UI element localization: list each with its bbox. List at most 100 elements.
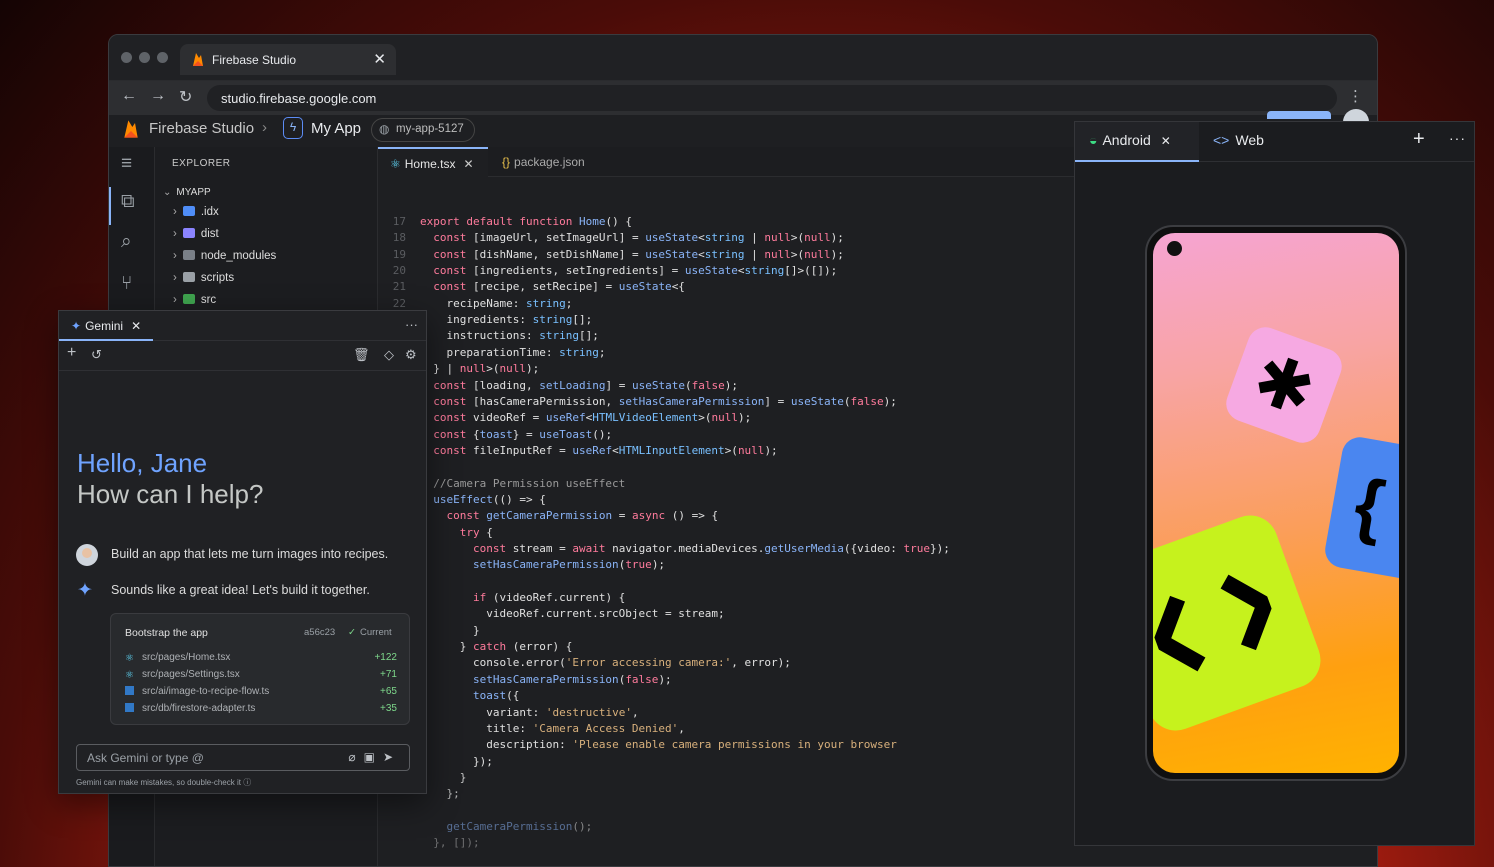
lines-added: +65 [380,686,397,697]
address-bar[interactable]: studio.firebase.google.com [207,85,1337,111]
chevron-right-icon: › [173,272,177,284]
tree-label: node_modules [200,250,277,262]
code-editor[interactable]: 17 export default function Home() { 18 con… [378,177,1078,866]
tag-icon[interactable]: ◇ [384,347,394,363]
code-line: const {toast} = useToast(); [433,427,613,441]
reload-icon[interactable]: ↻ [179,87,192,107]
publish-button[interactable] [1267,111,1331,119]
brand-name[interactable]: Firebase Studio [149,120,254,137]
folder-icon [182,294,195,304]
tree-item[interactable]: › src [173,294,216,306]
code-line: const [imageUrl, setImageUrl] = useState… [433,231,844,245]
phone-screen[interactable]: ✱ { [1153,233,1399,773]
trash-icon[interactable]: 🗑 [353,347,370,363]
tab-home-tsx[interactable]: ⚛ Home.tsx ✕ [378,147,488,177]
code-line: const [ingredients, setIngredients] = us… [433,264,838,278]
code-line: const [recipe, setRecipe] = useState<{ [433,280,685,294]
asterisk-tile-icon: ✱ [1221,322,1347,448]
project-chip[interactable]: ◍ my-app-5127 [371,118,475,142]
send-icon[interactable]: ➤ [383,750,401,764]
tree-item[interactable]: › dist [173,228,219,240]
project-id: my-app-5127 [396,123,464,135]
menu-icon[interactable]: ≡ [121,153,132,175]
chevron-right-icon: › [173,250,177,262]
info-icon[interactable]: ⓘ [243,778,251,787]
code-line: const stream = await navigator.mediaDevi… [472,542,950,555]
lines-added: +122 [374,652,397,663]
code-line: } [420,623,480,637]
gemini-input[interactable]: Ask Gemini or type @ ⌀▣➤ [76,744,410,771]
settings-gear-icon[interactable]: ⚙ [405,347,417,363]
code-brackets-icon: <> [1213,132,1230,148]
firebase-icon [193,53,203,66]
code-line: const videoRef = useRef<HTMLVideoElement… [433,411,752,425]
more-icon[interactable]: ··· [1449,130,1466,146]
tab-android[interactable]: ◒ Android ✕ [1075,122,1199,162]
typescript-icon [125,703,134,712]
line-number: 20 [392,264,406,278]
app-name[interactable]: My App [311,120,361,137]
image-icon[interactable]: ▣ [364,750,383,764]
attach-icon[interactable]: ⌀ [348,750,363,764]
history-icon[interactable]: ↺ [91,347,102,363]
folder-icon [182,272,195,282]
code-line: instructions: string[]; [420,329,599,343]
browser-menu-icon[interactable]: ⋮ [1348,87,1363,105]
project-icon: ◍ [379,122,390,136]
code-line: const fileInputRef = useRef<HTMLInputEle… [433,443,778,457]
status-badge: ✓ Current [348,627,392,638]
active-indicator [109,187,111,225]
tree-item[interactable]: › scripts [173,272,234,284]
forward-icon[interactable]: → [150,87,166,105]
code-line: export default function Home() { [420,215,632,228]
tab-label: package.json [514,155,585,169]
code-line: const [dishName, setDishName] = useState… [433,247,844,261]
tab-gemini[interactable]: ✦ Gemini ✕ [59,311,154,341]
code-line: }); [420,754,493,768]
source-control-icon[interactable]: ⑂ [121,273,132,295]
tab-close-icon[interactable]: ✕ [131,319,141,333]
code-line: console.error('Error accessing camera:',… [420,656,791,670]
new-chat-icon[interactable]: + [67,344,76,362]
line-number: 18 [392,231,406,245]
brace-tile-icon: { [1322,434,1399,584]
commit-hash: a56c23 [304,627,336,638]
file-change-row[interactable]: src/db/firestore-adapter.ts +35 [125,703,397,714]
code-line: videoRef.current.srcObject = stream; [420,607,725,621]
line-number: 17 [392,215,406,228]
file-change-row[interactable]: src/ai/image-to-recipe-flow.ts +65 [125,686,397,697]
check-icon: ✓ [348,627,356,638]
tab-close-icon[interactable]: ✕ [463,157,473,171]
checkpoint-card[interactable]: Bootstrap the app a56c23 ✓ Current ⚛ src/p… [110,613,410,725]
explorer-root[interactable]: ⌄ MYAPP [163,187,211,198]
tab-web[interactable]: <> Web [1213,132,1264,148]
tab-close-icon[interactable]: ✕ [1161,134,1171,148]
json-icon: {} [502,155,511,169]
react-icon: ⚛ [125,653,134,664]
tree-item[interactable]: › .idx [173,206,219,218]
back-icon[interactable]: ← [121,87,137,105]
browser-tab[interactable]: Firebase Studio ✕ [180,44,396,75]
files-icon[interactable]: ⧉ [121,191,135,213]
file-change-row[interactable]: ⚛ src/pages/Home.tsx +122 [125,652,397,664]
code-line: const [hasCameraPermission, setHasCamera… [433,394,897,408]
window-minimize-dot[interactable] [139,52,150,63]
more-icon[interactable]: ··· [405,317,418,332]
line-number: 19 [392,247,406,261]
tab-label: Android [1102,132,1151,148]
chevron-right-icon: › [173,206,177,218]
tab-close-icon[interactable]: ✕ [373,50,386,68]
tab-label: Home.tsx [404,157,456,171]
window-close-dot[interactable] [121,52,132,63]
search-icon[interactable]: ⌕ [121,231,132,253]
code-line: description: 'Please enable camera permi… [420,738,897,752]
tab-package-json[interactable]: {} package.json [490,147,620,177]
file-change-row[interactable]: ⚛ src/pages/Settings.tsx +71 [125,669,397,681]
input-placeholder: Ask Gemini or type @ [87,751,204,765]
add-icon[interactable]: + [1413,128,1425,151]
gemini-spark-icon: ✦ [77,580,93,601]
app-icon: ϟ [283,117,303,139]
window-maximize-dot[interactable] [157,52,168,63]
tree-item[interactable]: › node_modules [173,250,276,262]
folder-icon [182,206,195,216]
